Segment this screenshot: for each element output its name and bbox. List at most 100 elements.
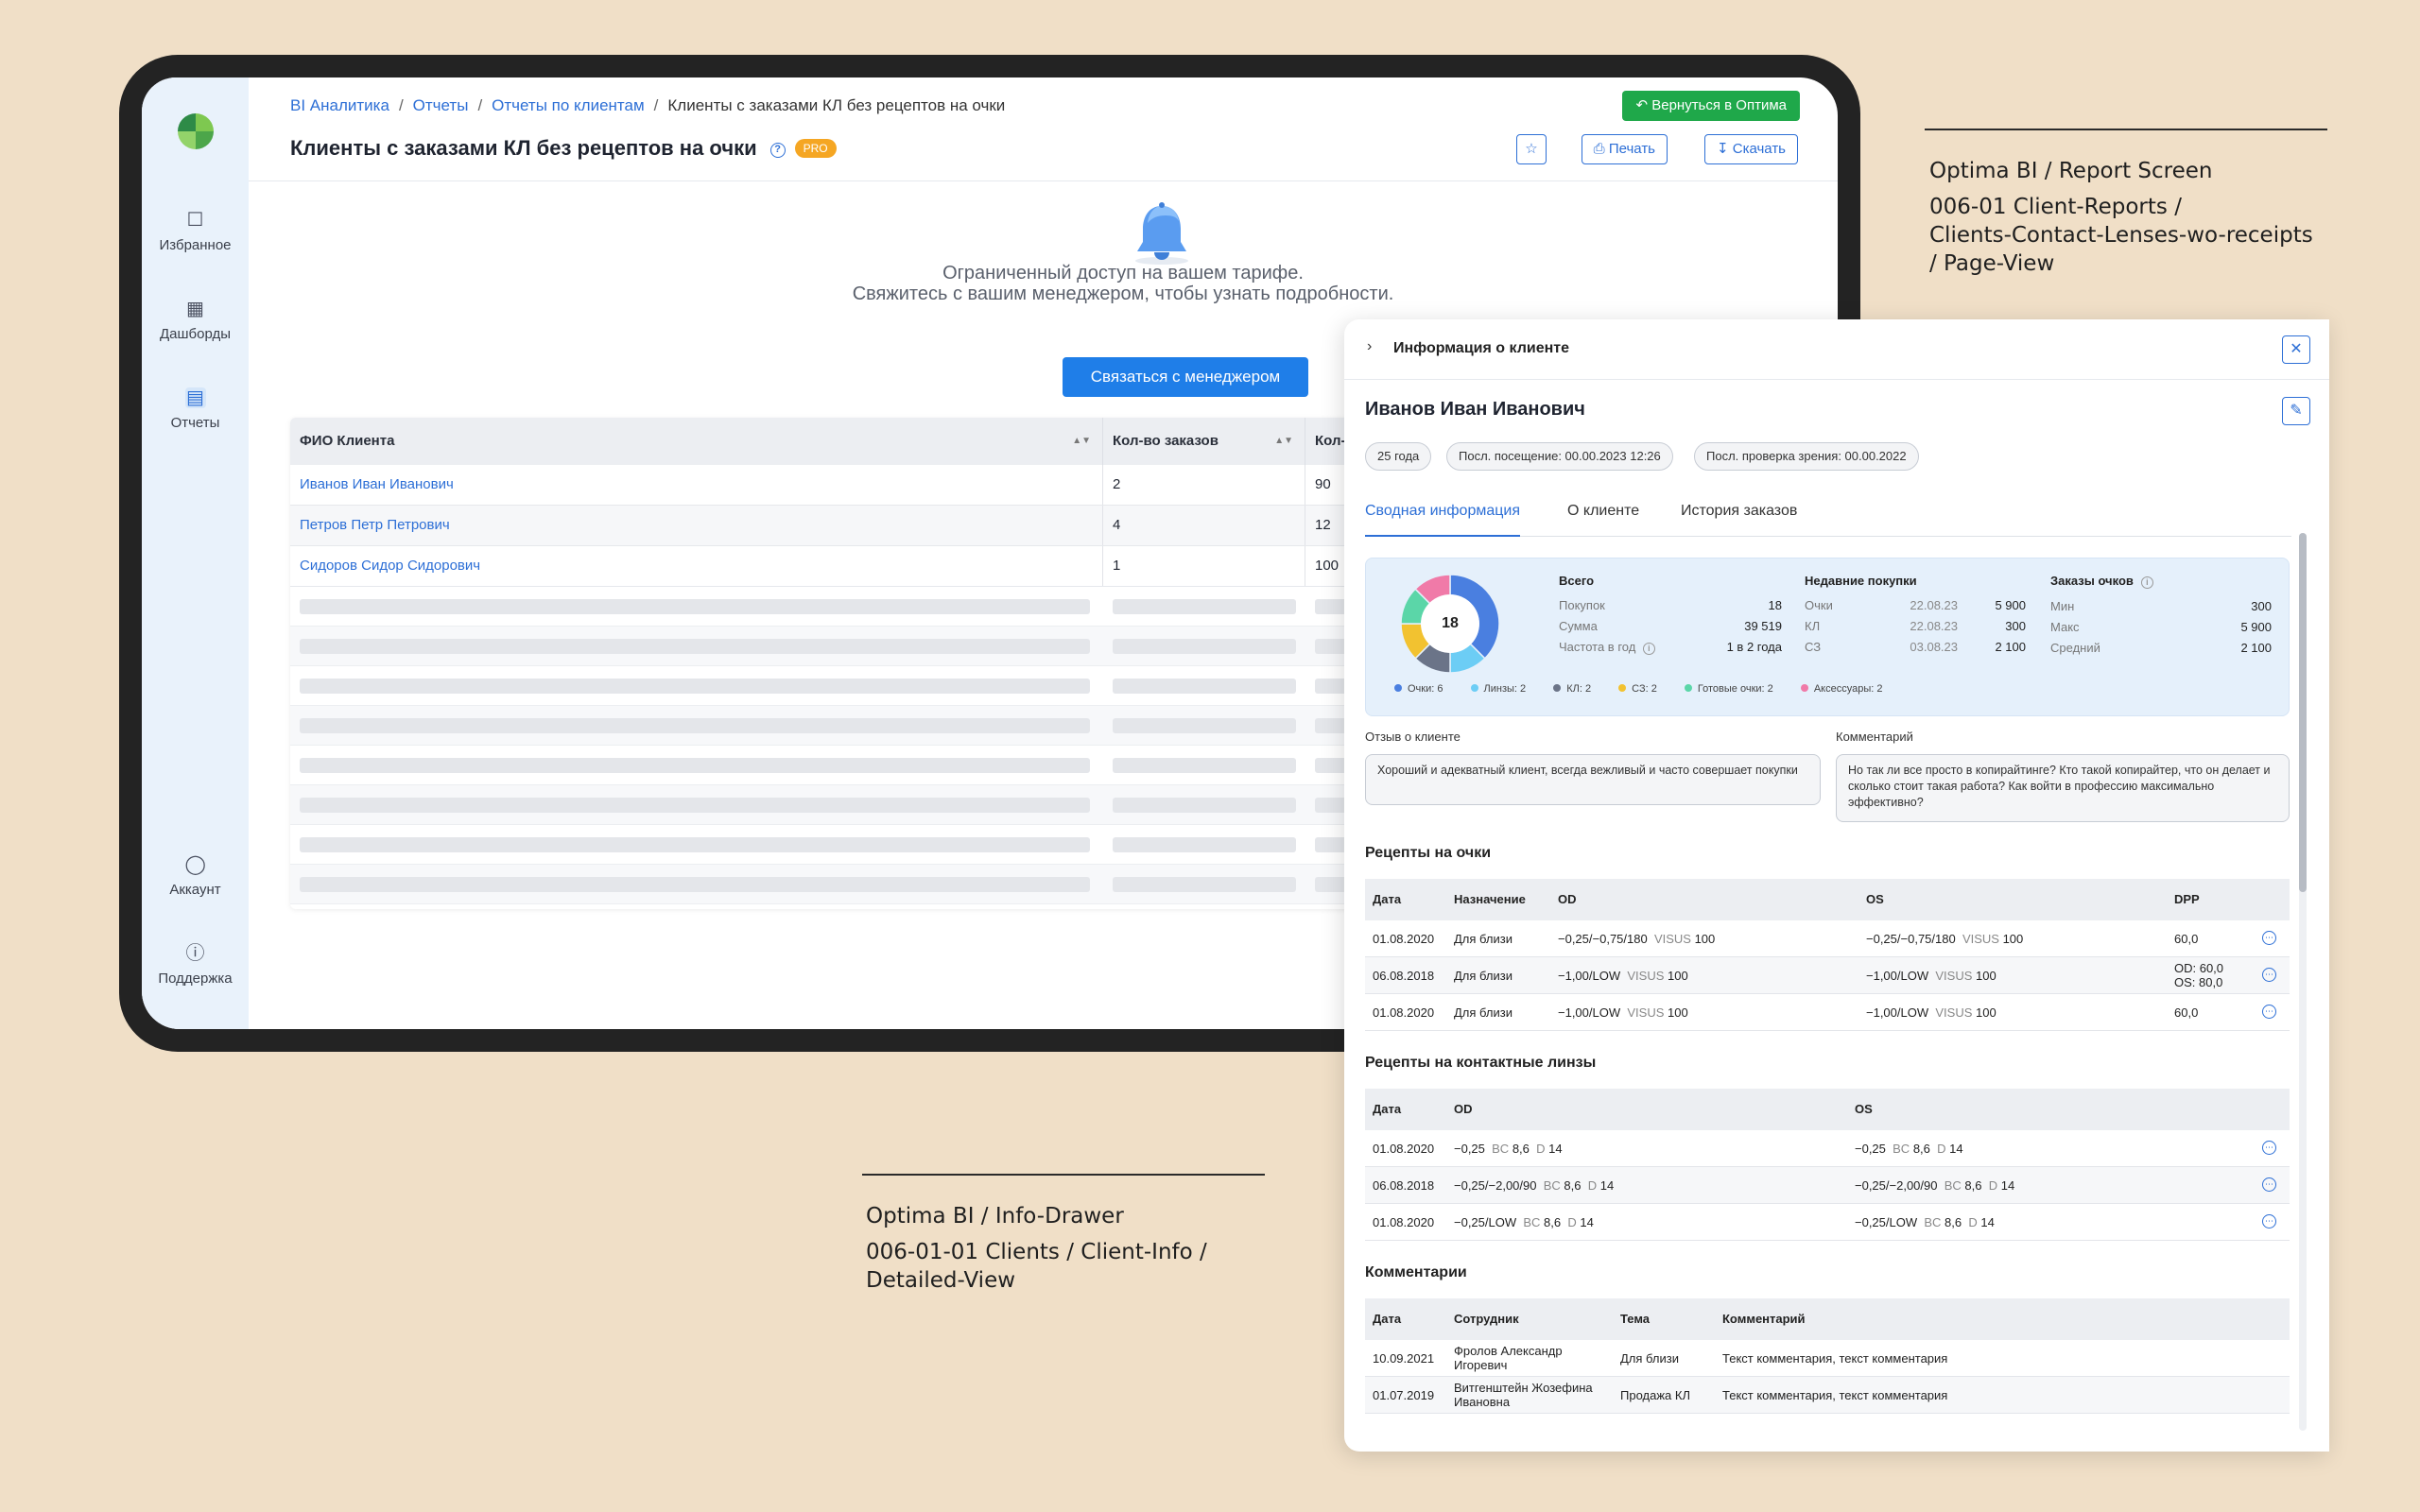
sidebar-item-support[interactable]: ⓘ Поддержка (142, 943, 249, 987)
breadcrumb-link[interactable]: Отчеты (413, 96, 469, 114)
table-row[interactable]: Иванов Иван Иванович 2 90 (290, 465, 1519, 506)
client-name-link[interactable]: Сидоров Сидор Сидорович (290, 546, 1103, 586)
download-button[interactable]: ↧ Скачать (1704, 134, 1798, 164)
chevron-right-icon[interactable]: › (1367, 338, 1372, 355)
table-row[interactable]: 01.08.2020 −0,25 BC 8,6 D 14 −0,25 BC 8,… (1365, 1130, 2290, 1167)
summary-key: КЛ (1805, 619, 1821, 633)
comment-bubble-icon[interactable]: ⋯ (2262, 1005, 2276, 1019)
skeleton-row (290, 706, 1519, 746)
summary-header: Всего (1559, 574, 1595, 588)
rx-value: −0,25/−0,75/180 (1866, 932, 1956, 946)
rx-date: 01.08.2020 (1373, 932, 1435, 946)
column-header-client[interactable]: ФИО Клиента ▲▼ (290, 418, 1103, 465)
print-button[interactable]: ⎙ Печать (1581, 134, 1668, 164)
table-body: Иванов Иван Иванович 2 90 Петров Петр Пе… (290, 465, 1519, 587)
comment-bubble-icon[interactable]: ⋯ (2262, 1214, 2276, 1228)
rx-value: −1,00/LOW (1866, 1005, 1929, 1020)
column-header: OD (1558, 892, 1577, 906)
column-header-orders[interactable]: Кол-во заказов ▲▼ (1103, 418, 1305, 465)
summary-value: 5 900 (2240, 620, 2272, 634)
caption-line: Clients-Contact-Lenses-wo-receipts (1929, 223, 2313, 248)
d-value: 14 (1949, 1142, 1963, 1156)
d-value: 14 (1548, 1142, 1563, 1156)
comment-bubble-icon[interactable]: ⋯ (2262, 931, 2276, 945)
rx-date: 01.08.2020 (1373, 1215, 1435, 1229)
favorite-button[interactable]: ☆ (1516, 134, 1547, 164)
limited-access-line: Ограниченный доступ на вашем тарифе. (942, 263, 1304, 284)
d-value: 14 (1580, 1215, 1594, 1229)
legend-label: Линзы: 2 (1483, 683, 1527, 695)
visus-label: VISUS (1935, 1005, 1973, 1020)
cl-rx-title: Рецепты на контактные линзы (1365, 1055, 1597, 1071)
summary-key: Мин (2050, 599, 2075, 613)
skeleton-row (290, 825, 1519, 865)
table-row[interactable]: 01.08.2020 Для близи −0,25/−0,75/180 VIS… (1365, 920, 2290, 957)
page-header: BI Аналитика / Отчеты / Отчеты по клиентам / К… (249, 77, 1838, 181)
client-name-link[interactable]: Петров Петр Петрович (290, 506, 1103, 545)
sidebar-item-account[interactable]: ◯ Аккаунт (142, 854, 249, 898)
rx-date: 06.08.2018 (1373, 969, 1435, 983)
staff-name-line: Игоревич (1454, 1358, 1508, 1372)
comment-field[interactable]: Но так ли все просто в копирайтинге? Кто… (1836, 754, 2290, 822)
table-row[interactable]: Петров Петр Петрович 4 12 (290, 506, 1519, 546)
comment-bubble-icon[interactable]: ⋯ (2262, 1177, 2276, 1192)
rx-purpose: Для близи (1454, 969, 1512, 983)
scrollbar-thumb[interactable] (2299, 533, 2307, 892)
close-icon[interactable]: ✕ (2282, 335, 2310, 364)
table-row[interactable]: 01.07.2019 Витгенштейн Жозефина Ивановна … (1365, 1377, 2290, 1414)
visus-label: VISUS (1653, 932, 1691, 946)
table-row[interactable]: 10.09.2021 Фролов Александр Игоревич Для … (1365, 1340, 2290, 1377)
legend-label: СЗ: 2 (1632, 683, 1657, 695)
sort-icon[interactable]: ▲▼ (1072, 418, 1091, 465)
drawer-header: › Информация о клиенте ✕ (1344, 319, 2329, 380)
info-icon[interactable]: i (1642, 643, 1655, 655)
edit-icon[interactable]: ✎ (2282, 397, 2310, 425)
rx-os: −1,00/LOW VISUS 100 (1866, 957, 1996, 994)
legend-item: КЛ: 2 (1553, 683, 1591, 695)
breadcrumb-link[interactable]: BI Аналитика (290, 96, 389, 114)
breadcrumb-link[interactable]: Отчеты по клиентам (492, 96, 645, 114)
table-row[interactable]: 06.08.2018 Для близи −1,00/LOW VISUS 100… (1365, 957, 2290, 994)
sidebar-item-dashboards[interactable]: ▦ Дашборды (142, 299, 249, 342)
rx-value: −0,25 (1855, 1142, 1886, 1156)
summary-value: 39 519 (1744, 619, 1782, 633)
question-icon[interactable]: ? (769, 143, 786, 158)
tab-summary[interactable]: Сводная информация (1365, 503, 1520, 537)
tab-order-history[interactable]: История заказов (1681, 503, 1797, 537)
contact-manager-button[interactable]: Связаться с менеджером (1063, 357, 1308, 397)
sort-icon[interactable]: ▲▼ (1274, 418, 1293, 465)
purchases-donut-chart: 18 (1398, 572, 1502, 676)
comment-bubble-icon[interactable]: ⋯ (2262, 968, 2276, 982)
info-icon[interactable]: i (2140, 576, 2153, 589)
rx-dpp: 60,0 (2174, 932, 2199, 946)
rx-od: −0,25/−2,00/90 BC 8,6 D 14 (1454, 1167, 1614, 1204)
skeleton-bar (1113, 598, 1296, 614)
legend-dot (1684, 684, 1692, 692)
sidebar-item-favorites[interactable]: ☐ Избранное (142, 210, 249, 253)
tab-about-client[interactable]: О клиенте (1567, 503, 1639, 537)
table-row[interactable]: 01.08.2020 Для близи −1,00/LOW VISUS 100… (1365, 994, 2290, 1031)
d-label: D (1536, 1142, 1546, 1156)
table-row[interactable]: 01.08.2020 −0,25/LOW BC 8,6 D 14 −0,25/L… (1365, 1204, 2290, 1241)
table-header: Дата OD OS (1365, 1089, 2290, 1130)
printer-icon: ⎙ (1593, 141, 1605, 157)
table-cell: 2 (1103, 465, 1305, 505)
caption-line: Optima BI / Report Screen (1929, 159, 2213, 183)
column-header-label: ФИО Клиента (300, 433, 395, 449)
page-title: Клиенты с заказами КЛ без рецептов на оч… (290, 136, 757, 160)
arrow-left-icon: ↶ (1635, 97, 1649, 113)
sidebar-item-reports[interactable]: ▤ Отчеты (142, 387, 249, 431)
column-header: OS (1866, 892, 1884, 906)
comment-label: Комментарий (1836, 730, 1913, 744)
legend-item: Аксессуары: 2 (1800, 683, 1882, 695)
table-row[interactable]: Сидоров Сидор Сидорович 1 100 (290, 546, 1519, 587)
caption-line: 006-01-01 Clients / Client-Info / (866, 1240, 1207, 1264)
table-row[interactable]: 06.08.2018 −0,25/−2,00/90 BC 8,6 D 14 −0… (1365, 1167, 2290, 1204)
return-to-optima-button[interactable]: ↶ Вернуться в Оптима (1622, 91, 1800, 121)
comment-bubble-icon[interactable]: ⋯ (2262, 1141, 2276, 1155)
client-name-link[interactable]: Иванов Иван Иванович (290, 465, 1103, 505)
visus-label: VISUS (1962, 932, 1999, 946)
review-field[interactable]: Хороший и адекватный клиент, всегда вежл… (1365, 754, 1821, 805)
bell-icon (1135, 202, 1188, 265)
skeleton-row (290, 785, 1519, 825)
